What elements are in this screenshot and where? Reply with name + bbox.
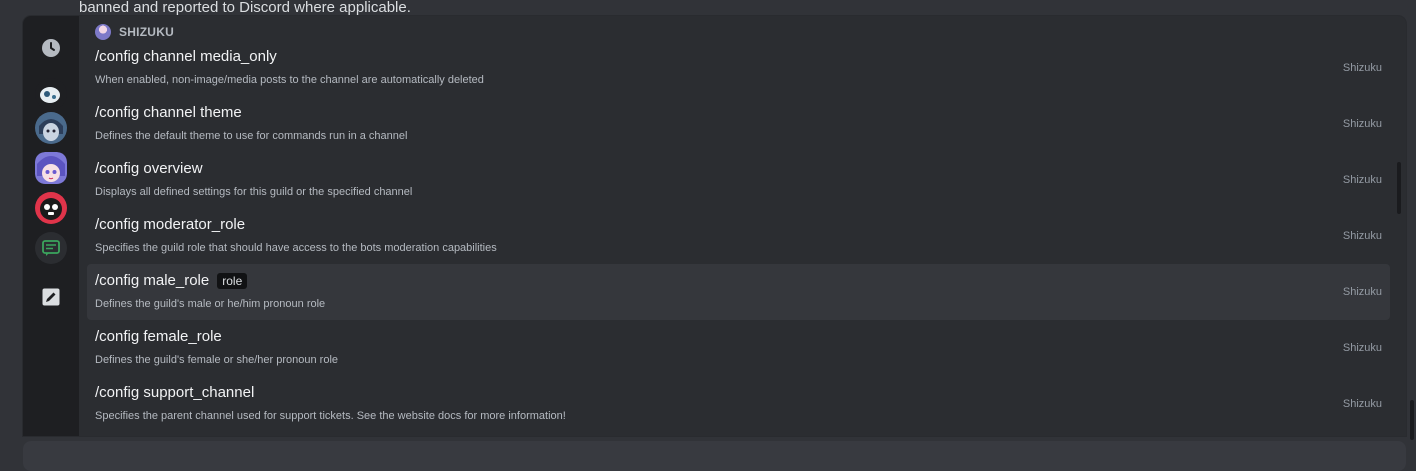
command-option-pill[interactable]: role: [217, 273, 248, 289]
command-row[interactable]: /config channel theme Defines the defaul…: [87, 96, 1390, 152]
command-source: Shizuku: [1342, 342, 1382, 354]
bot-avatar-4[interactable]: [35, 192, 67, 224]
built-in-icon[interactable]: [35, 232, 67, 264]
command-description: Displays all defined settings for this g…: [95, 186, 413, 198]
command-row[interactable]: /config overview Displays all defined se…: [87, 152, 1390, 208]
command-source: Shizuku: [1342, 286, 1382, 298]
command-row[interactable]: /config channel media_only When enabled,…: [87, 40, 1390, 96]
section-avatar: [95, 24, 111, 40]
command-name-wrap: /config channel media_only: [95, 47, 277, 67]
command-source: Shizuku: [1342, 174, 1382, 186]
command-description: Specifies the parent channel used for su…: [95, 410, 566, 422]
command-name: /config overview: [95, 160, 203, 177]
bot-avatar-2[interactable]: [35, 112, 67, 144]
section-header: SHIZUKU: [95, 22, 174, 42]
command-list: SHIZUKU /config channel media_only When …: [79, 16, 1406, 436]
command-row[interactable]: /config female_role Defines the guild's …: [87, 320, 1390, 376]
command-name-wrap: /config female_role: [95, 327, 222, 347]
command-name: /config support_channel: [95, 384, 255, 401]
command-source: Shizuku: [1342, 62, 1382, 74]
command-name: /config male_role: [95, 272, 210, 289]
command-row-selected[interactable]: /config male_role role Defines the guild…: [87, 264, 1390, 320]
command-name-wrap: /config moderator_role: [95, 215, 245, 235]
command-description: Defines the guild's male or he/him prono…: [95, 298, 326, 310]
command-row[interactable]: /config moderator_role Specifies the gui…: [87, 208, 1390, 264]
command-name-wrap: /config support_channel: [95, 383, 254, 403]
command-description: When enabled, non-image/media posts to t…: [95, 74, 484, 86]
command-description: Defines the default theme to use for com…: [95, 130, 408, 142]
command-name: /config channel theme: [95, 104, 242, 121]
section-title: SHIZUKU: [119, 25, 175, 39]
command-name: /config moderator_role: [95, 216, 246, 233]
command-source: Shizuku: [1342, 230, 1382, 242]
command-autocomplete-popup: SHIZUKU /config channel media_only When …: [23, 16, 1406, 436]
command-name: /config female_role: [95, 328, 222, 345]
shizuku-avatar[interactable]: [35, 152, 67, 184]
command-source: Shizuku: [1342, 398, 1382, 410]
command-source: Shizuku: [1342, 118, 1382, 130]
bot-avatar-1[interactable]: [35, 78, 67, 110]
command-name: /config channel media_only: [95, 48, 277, 65]
command-name-wrap: /config channel theme: [95, 103, 242, 123]
command-description: Defines the guild's female or she/her pr…: [95, 354, 339, 366]
message-input-bar[interactable]: [23, 441, 1406, 471]
command-name-wrap: /config overview: [95, 159, 203, 179]
recent-icon[interactable]: [35, 32, 67, 64]
command-name-wrap: /config male_role role: [95, 271, 248, 291]
edit-icon[interactable]: [35, 281, 67, 313]
command-row[interactable]: /config support_channel Specifies the pa…: [87, 376, 1390, 432]
popup-scrollbar[interactable]: [1397, 162, 1401, 214]
app-rail: [23, 16, 79, 436]
page-scrollbar[interactable]: [1410, 400, 1414, 440]
command-description: Specifies the guild role that should hav…: [95, 242, 497, 254]
